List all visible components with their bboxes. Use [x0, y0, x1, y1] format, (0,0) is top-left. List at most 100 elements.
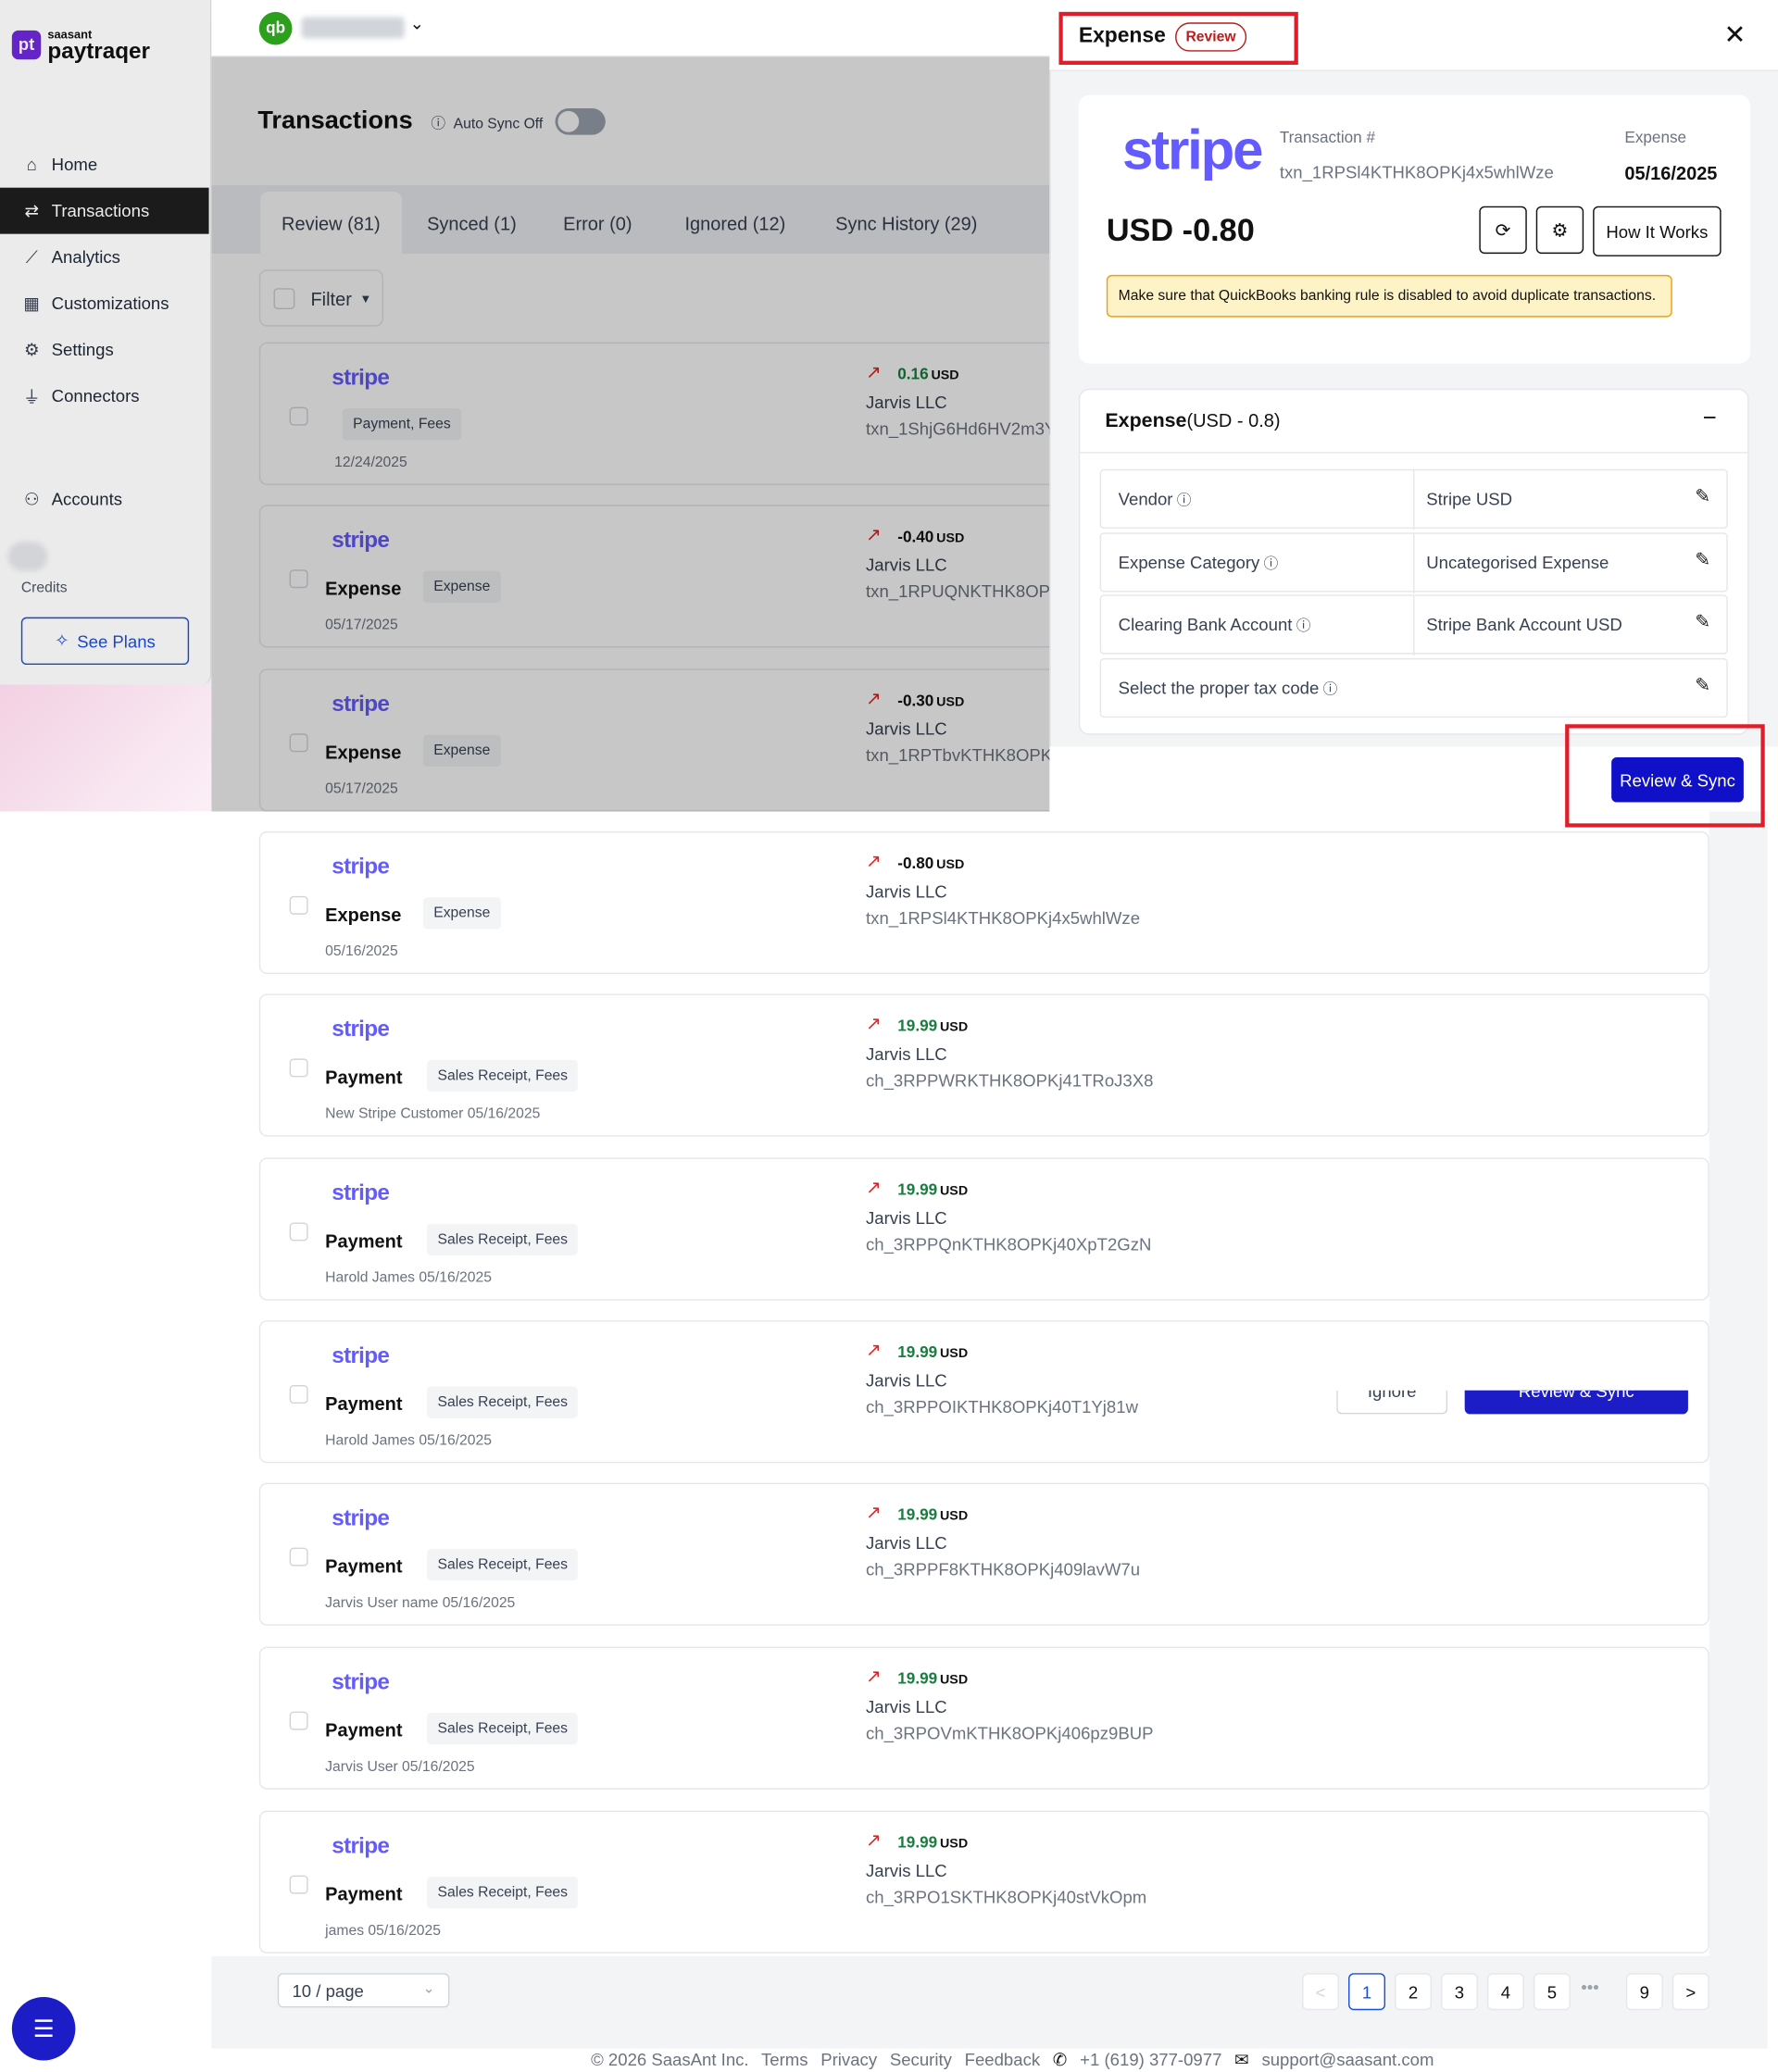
- transaction-card[interactable]: stripe Payment Sales Receipt, Fees New Stri…: [258, 993, 1709, 1137]
- gear-icon: ⚙: [1551, 218, 1569, 241]
- row-checkbox[interactable]: [289, 895, 308, 915]
- collapse-icon[interactable]: −: [1703, 405, 1717, 432]
- currency: USD: [939, 1673, 969, 1688]
- feedback-link[interactable]: Feedback: [965, 2050, 1041, 2069]
- security-link[interactable]: Security: [890, 2050, 952, 2069]
- close-icon[interactable]: ✕: [1723, 19, 1746, 52]
- stripe-logo: stripe: [332, 1504, 390, 1531]
- transaction-date: 05/16/2025: [1624, 162, 1718, 184]
- mail-icon: ✉: [1234, 2050, 1249, 2070]
- settings-button[interactable]: ⚙: [1535, 206, 1584, 255]
- refresh-icon: ⟳: [1495, 218, 1511, 241]
- page-left-blank: [0, 811, 212, 2072]
- row-review-sync-button[interactable]: Review & Sync: [1464, 1390, 1688, 1415]
- arrow-up-right-icon: ↗: [866, 1012, 882, 1034]
- field-label-text: Clearing Bank Account: [1118, 614, 1293, 635]
- payee-name: Jarvis LLC: [866, 1207, 947, 1229]
- transaction-card[interactable]: stripe Payment Sales Receipt, Fees Harold J…: [258, 1157, 1709, 1301]
- transaction-card[interactable]: stripe Expense Expense 05/16/2025 ↗ -0.80 USD J…: [258, 830, 1709, 975]
- section-title-text: Expense: [1105, 409, 1187, 432]
- pencil-icon[interactable]: ✎: [1695, 548, 1710, 570]
- transaction-meta: New Stripe Customer 05/16/2025: [325, 1105, 541, 1122]
- field-clearing-bank-account[interactable]: Clearing Bank Account ⓘ Stripe Bank Accou…: [1099, 594, 1728, 656]
- chat-icon: ☰: [32, 2015, 55, 2041]
- support-email[interactable]: support@saasant.com: [1261, 2050, 1434, 2069]
- page-button-9[interactable]: 9: [1625, 1973, 1663, 2011]
- prev-page-button[interactable]: <: [1302, 1973, 1340, 2011]
- field-label-text: Vendor: [1118, 489, 1173, 509]
- stripe-logo: stripe: [332, 1832, 390, 1859]
- transaction-type: Expense: [325, 904, 402, 926]
- page-button-3[interactable]: 3: [1440, 1973, 1478, 2011]
- amount-value: 19.99: [897, 1504, 938, 1524]
- currency: USD: [939, 1509, 969, 1524]
- info-icon[interactable]: ⓘ: [1296, 618, 1311, 634]
- pencil-icon[interactable]: ✎: [1695, 611, 1710, 633]
- page-size-value: 10 / page: [292, 1980, 364, 2001]
- transaction-id: ch_3RPO1SKTHK8OPKj40stVkOpm: [866, 1887, 1147, 1907]
- amount-value: 19.99: [897, 1832, 938, 1852]
- ignore-button[interactable]: Ignore: [1336, 1390, 1448, 1415]
- field-expense-category[interactable]: Expense Category ⓘ Uncategorised Expense …: [1099, 532, 1728, 593]
- transaction-type: Payment: [325, 1555, 403, 1578]
- info-icon[interactable]: ⓘ: [1264, 556, 1279, 572]
- transaction-type: Payment: [325, 1066, 403, 1088]
- terms-link[interactable]: Terms: [761, 2050, 808, 2069]
- transaction-card[interactable]: stripe Payment Sales Receipt, Fees Jarvis U…: [258, 1646, 1709, 1790]
- info-icon[interactable]: ⓘ: [1323, 682, 1338, 698]
- how-it-works-button[interactable]: How It Works: [1593, 206, 1722, 256]
- field-label: Vendor ⓘ: [1119, 489, 1192, 510]
- chevron-down-icon[interactable]: ⌄: [410, 13, 425, 34]
- transaction-type: Expense: [1624, 128, 1687, 147]
- privacy-link[interactable]: Privacy: [820, 2050, 877, 2069]
- arrow-up-right-icon: ↗: [866, 1339, 882, 1360]
- transaction-label: Transaction #: [1279, 128, 1375, 147]
- row-checkbox[interactable]: [289, 1711, 308, 1730]
- phone-number[interactable]: +1 (619) 377-0977: [1080, 2050, 1221, 2069]
- page-size-select[interactable]: 10 / page ⌄: [277, 1973, 450, 2008]
- pencil-icon[interactable]: ✎: [1695, 674, 1710, 696]
- company-name-blurred[interactable]: [301, 17, 405, 39]
- field-value: Stripe Bank Account USD: [1426, 614, 1622, 635]
- page-button-1[interactable]: 1: [1348, 1973, 1386, 2011]
- field-tax-code[interactable]: Select the proper tax code ⓘ ✎: [1099, 657, 1728, 718]
- refresh-button[interactable]: ⟳: [1479, 206, 1527, 255]
- overlay[interactable]: [211, 56, 1050, 812]
- info-icon[interactable]: ⓘ: [1177, 493, 1192, 508]
- stripe-logo: stripe: [332, 1342, 390, 1368]
- transaction-amount: 19.99 USD: [897, 1017, 968, 1035]
- payee-name: Jarvis LLC: [866, 1696, 947, 1717]
- next-page-button[interactable]: >: [1672, 1973, 1709, 2011]
- transaction-card[interactable]: stripe Payment Sales Receipt, Fees james 05…: [258, 1810, 1709, 1953]
- transaction-id: txn_1RPSl4KTHK8OPKj4x5whlWze: [1279, 162, 1554, 182]
- transaction-meta: Jarvis User 05/16/2025: [325, 1759, 475, 1776]
- field-value: Stripe USD: [1426, 489, 1513, 509]
- page-button-4[interactable]: 4: [1486, 1973, 1524, 2011]
- transaction-tag: Sales Receipt, Fees: [427, 1549, 579, 1581]
- transaction-amount: -0.80 USD: [897, 854, 964, 872]
- row-checkbox[interactable]: [289, 1058, 308, 1078]
- currency: USD: [939, 1346, 969, 1362]
- pencil-icon[interactable]: ✎: [1695, 485, 1710, 507]
- field-label-text: Expense Category: [1118, 552, 1260, 573]
- row-checkbox[interactable]: [289, 1547, 308, 1566]
- currency: USD: [936, 857, 965, 873]
- arrow-up-right-icon: ↗: [866, 1501, 882, 1523]
- row-checkbox[interactable]: [289, 1385, 308, 1404]
- amount-value: 19.99: [897, 1342, 938, 1362]
- page-gutter: [1709, 811, 1768, 2049]
- field-vendor[interactable]: Vendor ⓘ Stripe USD ✎: [1099, 468, 1728, 530]
- pagination-ellipsis[interactable]: •••: [1581, 1978, 1598, 1997]
- page-button-2[interactable]: 2: [1395, 1973, 1432, 2011]
- field-label: Clearing Bank Account ⓘ: [1119, 615, 1311, 636]
- page-button-5[interactable]: 5: [1533, 1973, 1571, 2011]
- warning-banner: Make sure that QuickBooks banking rule i…: [1106, 274, 1672, 318]
- transaction-meta: Harold James 05/16/2025: [325, 1432, 492, 1449]
- transaction-card[interactable]: stripe Payment Sales Receipt, Fees Jarvis U…: [258, 1482, 1709, 1626]
- row-checkbox[interactable]: [289, 1875, 308, 1894]
- quickbooks-logo-icon[interactable]: qb: [258, 11, 293, 45]
- row-checkbox[interactable]: [289, 1222, 308, 1242]
- chat-button[interactable]: ☰: [11, 1996, 76, 2061]
- field-label: Expense Category ⓘ: [1119, 553, 1279, 574]
- transaction-amount: 19.99 USD: [897, 1833, 968, 1852]
